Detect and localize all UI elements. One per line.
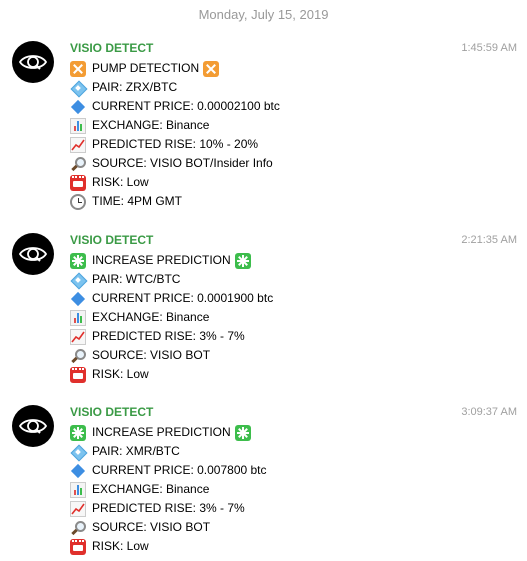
- message-line-text: PUMP DETECTION: [92, 61, 200, 75]
- avatar[interactable]: [12, 405, 54, 447]
- message-time: 3:09:37 AM: [461, 406, 517, 418]
- message-line-text: CURRENT PRICE: 0.00002100 btc: [92, 99, 280, 113]
- message-line: INCREASE PREDICTION: [70, 423, 510, 442]
- message-line-text: CURRENT PRICE: 0.007800 btc: [92, 463, 267, 477]
- message-body: INCREASE PREDICTION PAIR: WTC/BTC CURREN…: [70, 251, 510, 384]
- date-separator: Monday, July 15, 2019: [198, 7, 329, 22]
- green-sparkle-square-icon: [234, 252, 251, 269]
- message-time: 1:45:59 AM: [461, 42, 517, 54]
- sender-name[interactable]: VISIO DETECT: [70, 405, 153, 420]
- name-badge-icon: [70, 366, 86, 383]
- message-line-text: EXCHANGE: Binance: [92, 118, 210, 132]
- clock-icon: [70, 193, 86, 210]
- message-line: PREDICTED RISE: 10% - 20%: [70, 135, 510, 154]
- message-line: SOURCE: VISIO BOT: [70, 518, 510, 537]
- green-sparkle-square-icon: [70, 424, 86, 441]
- message-line: PREDICTED RISE: 3% - 7%: [70, 327, 510, 346]
- blue-diamond-icon: [70, 463, 86, 479]
- bar-chart-icon: [70, 117, 86, 134]
- chart-increasing-icon: [70, 136, 86, 153]
- name-badge-icon: [70, 174, 86, 191]
- light-blue-diamond-icon: [70, 444, 86, 460]
- message-line-text: SOURCE: VISIO BOT/Insider Info: [92, 156, 273, 170]
- eye-magnifier-icon: [18, 419, 48, 434]
- message: VISIO DETECT 2:21:35 AM INCREASE PREDICT…: [0, 233, 527, 393]
- magnifier-icon: [70, 156, 86, 172]
- message-line: RISK: Low: [70, 537, 510, 556]
- sender-name[interactable]: VISIO DETECT: [70, 41, 153, 56]
- message-body: INCREASE PREDICTION PAIR: XMR/BTC CURREN…: [70, 423, 510, 556]
- message-line-text: RISK: Low: [92, 175, 149, 189]
- orange-x-square-icon: [203, 60, 220, 77]
- message: VISIO DETECT 3:09:37 AM INCREASE PREDICT…: [0, 405, 527, 561]
- message-time: 2:21:35 AM: [461, 234, 517, 246]
- message-line: EXCHANGE: Binance: [70, 480, 510, 499]
- message-line: RISK: Low: [70, 173, 510, 192]
- magnifier-icon: [70, 520, 86, 536]
- message-line-text: RISK: Low: [92, 367, 149, 381]
- message-line-text: INCREASE PREDICTION: [92, 253, 231, 267]
- avatar[interactable]: [12, 233, 54, 275]
- message-line-text: PREDICTED RISE: 3% - 7%: [92, 329, 245, 343]
- message-line-text: SOURCE: VISIO BOT: [92, 348, 211, 362]
- message-line-text: SOURCE: VISIO BOT: [92, 520, 211, 534]
- orange-x-square-icon: [70, 60, 86, 77]
- bar-chart-icon: [70, 309, 86, 326]
- message-line: PAIR: XMR/BTC: [70, 442, 510, 461]
- message-line: EXCHANGE: Binance: [70, 308, 510, 327]
- message-line-text: PREDICTED RISE: 3% - 7%: [92, 501, 245, 515]
- message-line: CURRENT PRICE: 0.00002100 btc: [70, 97, 510, 116]
- message-line: PUMP DETECTION: [70, 59, 510, 78]
- bar-chart-icon: [70, 481, 86, 498]
- message-line: TIME: 4PM GMT: [70, 192, 510, 211]
- magnifier-icon: [70, 348, 86, 364]
- message-line-text: PREDICTED RISE: 10% - 20%: [92, 137, 259, 151]
- message-line-text: EXCHANGE: Binance: [92, 310, 210, 324]
- message-line: SOURCE: VISIO BOT/Insider Info: [70, 154, 510, 173]
- message-line-text: EXCHANGE: Binance: [92, 482, 210, 496]
- message-line: SOURCE: VISIO BOT: [70, 346, 510, 365]
- blue-diamond-icon: [70, 99, 86, 115]
- eye-magnifier-icon: [18, 55, 48, 70]
- chart-increasing-icon: [70, 328, 86, 345]
- name-badge-icon: [70, 538, 86, 555]
- message-line-text: PAIR: XMR/BTC: [92, 444, 180, 458]
- light-blue-diamond-icon: [70, 272, 86, 288]
- message-line: PAIR: ZRX/BTC: [70, 78, 510, 97]
- message-line-text: TIME: 4PM GMT: [92, 194, 182, 208]
- message-line-text: CURRENT PRICE: 0.0001900 btc: [92, 291, 274, 305]
- message-line: INCREASE PREDICTION: [70, 251, 510, 270]
- eye-magnifier-icon: [18, 247, 48, 262]
- message-body: PUMP DETECTION PAIR: ZRX/BTC CURRENT PRI…: [70, 59, 510, 211]
- blue-diamond-icon: [70, 291, 86, 307]
- message-line: CURRENT PRICE: 0.0001900 btc: [70, 289, 510, 308]
- green-sparkle-square-icon: [70, 252, 86, 269]
- message-line: PREDICTED RISE: 3% - 7%: [70, 499, 510, 518]
- message-line: RISK: Low: [70, 365, 510, 384]
- green-sparkle-square-icon: [234, 424, 251, 441]
- message-line: EXCHANGE: Binance: [70, 116, 510, 135]
- avatar[interactable]: [12, 41, 54, 83]
- message-line-text: PAIR: WTC/BTC: [92, 272, 181, 286]
- sender-name[interactable]: VISIO DETECT: [70, 233, 153, 248]
- light-blue-diamond-icon: [70, 80, 86, 96]
- message-line-text: INCREASE PREDICTION: [92, 425, 231, 439]
- chart-increasing-icon: [70, 500, 86, 517]
- message: VISIO DETECT 1:45:59 AM PUMP DETECTION P…: [0, 41, 527, 221]
- message-line-text: PAIR: ZRX/BTC: [92, 80, 178, 94]
- message-line: PAIR: WTC/BTC: [70, 270, 510, 289]
- message-line-text: RISK: Low: [92, 539, 149, 553]
- message-line: CURRENT PRICE: 0.007800 btc: [70, 461, 510, 480]
